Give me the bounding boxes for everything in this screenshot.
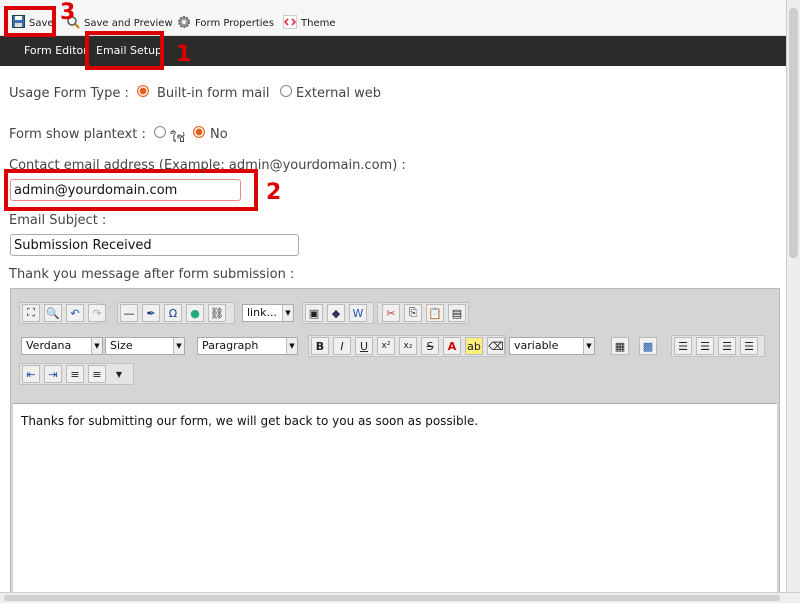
contact-email-label: Contact email address (Example: admin@yo… [9, 158, 406, 173]
text-color-icon[interactable]: A [443, 337, 461, 355]
media-icon[interactable]: ◆ [327, 304, 345, 322]
usage-form-type-label: Usage Form Type : [9, 86, 129, 101]
dropdown-arrow-icon: ▼ [583, 338, 594, 354]
email-subject-input[interactable] [10, 234, 299, 256]
pen-icon[interactable]: ✒ [142, 304, 160, 322]
font-select[interactable]: Verdana ▼ [21, 337, 103, 355]
contact-email-input[interactable] [10, 179, 241, 201]
undo-icon[interactable]: ↶ [66, 304, 84, 322]
align-left-icon[interactable]: ☰ [674, 337, 692, 355]
dropdown-arrow-icon: ▼ [286, 338, 297, 354]
table-props-icon[interactable]: ▩ [639, 337, 657, 355]
gear-icon [177, 15, 191, 32]
omega-icon[interactable]: Ω [164, 304, 182, 322]
find-icon[interactable]: 🔍 [44, 304, 62, 322]
usage-builtin-radio[interactable] [137, 85, 149, 97]
list-dropdown-icon[interactable]: ▼ [110, 365, 128, 383]
unlink-icon[interactable]: ⛓ [208, 304, 226, 322]
subscript-icon[interactable]: x₂ [399, 337, 417, 355]
table-icon[interactable]: ▦ [611, 337, 629, 355]
vertical-scrollbar[interactable] [786, 0, 800, 592]
form-properties-button[interactable]: Form Properties [177, 12, 274, 34]
editor-content-area[interactable]: Thanks for submitting our form, we will … [13, 403, 777, 597]
thank-you-label: Thank you message after form submission … [9, 267, 295, 282]
strikethrough-icon[interactable]: S [421, 337, 439, 355]
tab-form-editor[interactable]: Form Editor [24, 44, 88, 57]
bold-icon[interactable]: B [311, 337, 329, 355]
plaintext-no-radio[interactable] [193, 126, 205, 138]
eraser-icon[interactable]: ⌫ [487, 337, 505, 355]
align-justify-icon[interactable]: ☰ [740, 337, 758, 355]
plaintext-label: Form show plantext : [9, 127, 146, 142]
fullscreen-icon[interactable]: ⛶ [22, 304, 40, 322]
dropdown-arrow-icon: ▼ [91, 338, 102, 354]
usage-builtin-label: Built-in form mail [157, 86, 270, 101]
horizontal-rule-icon[interactable]: — [120, 304, 138, 322]
align-center-icon[interactable]: ☰ [696, 337, 714, 355]
italic-icon[interactable]: I [333, 337, 351, 355]
link-select-value: link... [247, 306, 277, 319]
font-select-value: Verdana [26, 339, 72, 352]
form-properties-label: Form Properties [195, 17, 274, 29]
format-select-value: Paragraph [202, 339, 259, 352]
size-select-value: Size [110, 339, 133, 352]
cut-icon[interactable]: ✂ [382, 304, 400, 322]
annotation-box-email-setup [85, 31, 164, 70]
dropdown-arrow-icon: ▼ [282, 305, 293, 321]
paste-icon[interactable]: 📋 [426, 304, 444, 322]
size-select[interactable]: Size ▼ [105, 337, 185, 355]
variable-select[interactable]: variable ▼ [509, 337, 595, 355]
theme-button[interactable]: Theme [283, 12, 336, 34]
annotation-number-3: 3 [60, 0, 76, 25]
word-paste-icon[interactable]: W [349, 304, 367, 322]
image-icon[interactable]: ▣ [305, 304, 323, 322]
code-icon [283, 14, 297, 32]
theme-label: Theme [301, 17, 336, 29]
save-preview-label: Save and Preview [84, 17, 173, 29]
indent-icon[interactable]: ⇥ [44, 365, 62, 383]
email-subject-label: Email Subject : [9, 213, 107, 228]
plaintext-yes-radio[interactable] [154, 126, 166, 138]
annotation-box-save [4, 6, 56, 37]
underline-icon[interactable]: U [355, 337, 373, 355]
annotation-number-1: 1 [176, 42, 192, 67]
usage-external-label: External web [296, 86, 381, 101]
align-right-icon[interactable]: ☰ [718, 337, 736, 355]
variable-select-value: variable [514, 339, 559, 352]
usage-external-radio[interactable] [280, 85, 292, 97]
outdent-icon[interactable]: ⇤ [22, 365, 40, 383]
format-select[interactable]: Paragraph ▼ [197, 337, 298, 355]
vertical-scroll-thumb[interactable] [789, 8, 798, 258]
superscript-icon[interactable]: x² [377, 337, 395, 355]
numbered-list-icon[interactable]: ≡ [66, 365, 84, 383]
plaintext-no-label: No [210, 127, 228, 142]
redo-icon[interactable]: ↷ [88, 304, 106, 322]
rich-text-editor: ⛶ 🔍 ↶ ↷ — ✒ Ω ● ⛓ link... ▼ ▣ ◆ W ✂ ⎘ 📋 ▤… [10, 288, 780, 598]
horizontal-scrollbar[interactable] [0, 592, 800, 603]
email-setup-panel: Usage Form Type : Built-in form mail Ext… [0, 66, 786, 598]
link-select[interactable]: link... ▼ [242, 304, 294, 322]
plaintext-yes-label: ใช่ [170, 131, 186, 146]
globe-icon[interactable]: ● [186, 304, 204, 322]
paste-text-icon[interactable]: ▤ [448, 304, 466, 322]
copy-icon[interactable]: ⎘ [404, 304, 422, 322]
bullet-list-icon[interactable]: ≡ [88, 365, 106, 383]
dropdown-arrow-icon: ▼ [173, 338, 184, 354]
editor-body-text: Thanks for submitting our form, we will … [21, 414, 479, 428]
horizontal-scroll-thumb[interactable] [4, 595, 780, 601]
highlight-icon[interactable]: ab [465, 337, 483, 355]
